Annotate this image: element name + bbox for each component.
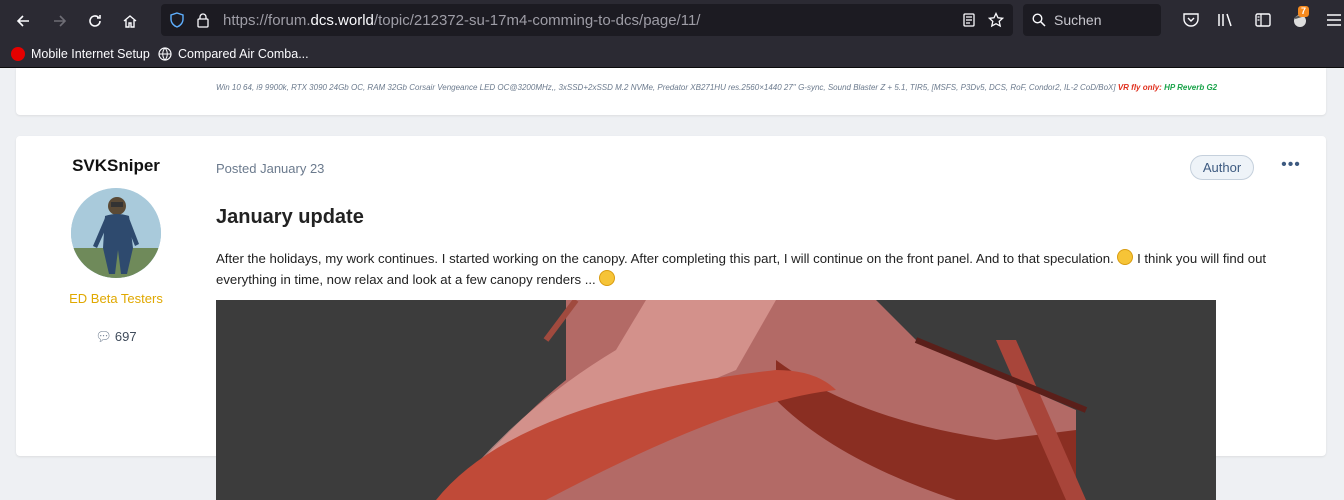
post-body-text-1: After the holidays, my work continues. I…	[216, 251, 1118, 266]
url-text[interactable]: https://forum.dcs.world/topic/212372-su-…	[223, 12, 700, 29]
bookmark-label: Mobile Internet Setup	[31, 47, 150, 61]
post-count-value: 697	[114, 329, 137, 344]
reload-button[interactable]	[80, 6, 110, 36]
back-button[interactable]	[8, 6, 38, 36]
arrow-right-icon	[54, 15, 67, 27]
canopy-render-graphic	[216, 300, 1216, 500]
avatar[interactable]	[71, 188, 161, 278]
canopy-render-image[interactable]	[216, 300, 1216, 500]
page-content: Win 10 64, i9 9900k, RTX 3090 24Gb OC, R…	[0, 68, 1344, 500]
post-date[interactable]: Posted January 23	[216, 161, 324, 176]
shield-icon[interactable]	[169, 12, 185, 28]
home-button[interactable]	[115, 6, 145, 36]
search-bar[interactable]: Suchen	[1023, 4, 1161, 36]
browser-toolbar: https://forum.dcs.world/topic/212372-su-…	[0, 0, 1344, 42]
reload-icon	[89, 15, 101, 27]
star-icon[interactable]	[988, 12, 1004, 28]
lock-icon[interactable]	[196, 12, 210, 28]
post-title: January update	[216, 206, 364, 228]
post-body: After the holidays, my work continues. I…	[216, 248, 1296, 290]
previous-post: Win 10 64, i9 9900k, RTX 3090 24Gb OC, R…	[16, 68, 1326, 115]
user-group[interactable]: ED Beta Testers	[16, 291, 216, 306]
extension-button[interactable]: 7	[1290, 6, 1312, 31]
more-options-button[interactable]: •••	[1280, 156, 1302, 176]
signature: Win 10 64, i9 9900k, RTX 3090 24Gb OC, R…	[216, 83, 1218, 92]
reader-view-icon[interactable]	[961, 12, 977, 28]
author-name[interactable]: SVKSniper	[16, 156, 216, 176]
notification-badge: 7	[1298, 6, 1310, 17]
bookmark-mobile-internet-setup[interactable]: Mobile Internet Setup	[11, 47, 150, 61]
pilot-avatar-image	[71, 188, 161, 278]
author-badge: Author	[1190, 155, 1254, 180]
search-icon	[1032, 13, 1046, 27]
vodafone-icon	[11, 47, 25, 61]
bookmarks-bar: Mobile Internet Setup Compared Air Comba…	[0, 42, 1344, 68]
globe-icon	[158, 47, 172, 61]
thinking-emoji-icon	[1117, 249, 1134, 265]
menu-icon[interactable]	[1326, 13, 1342, 27]
comment-bubble-icon: 💬︎	[95, 329, 112, 344]
pocket-icon[interactable]	[1182, 12, 1200, 28]
library-icon[interactable]	[1217, 12, 1235, 28]
post-card: SVKSniper ED Beta Testers 💬︎ 697 Posted J…	[16, 136, 1326, 500]
bookmark-label: Compared Air Comba...	[178, 47, 309, 61]
sidebar-icon[interactable]	[1254, 12, 1272, 28]
url-bar[interactable]: https://forum.dcs.world/topic/212372-su-…	[161, 4, 1013, 36]
arrow-left-icon	[16, 15, 29, 27]
upside-down-face-emoji-icon	[599, 270, 616, 286]
search-placeholder: Suchen	[1054, 12, 1102, 28]
forward-button[interactable]	[45, 6, 75, 36]
post-count: 💬︎ 697	[16, 329, 216, 345]
home-icon	[123, 15, 137, 28]
bookmark-compared-air-combat[interactable]: Compared Air Comba...	[158, 47, 309, 61]
